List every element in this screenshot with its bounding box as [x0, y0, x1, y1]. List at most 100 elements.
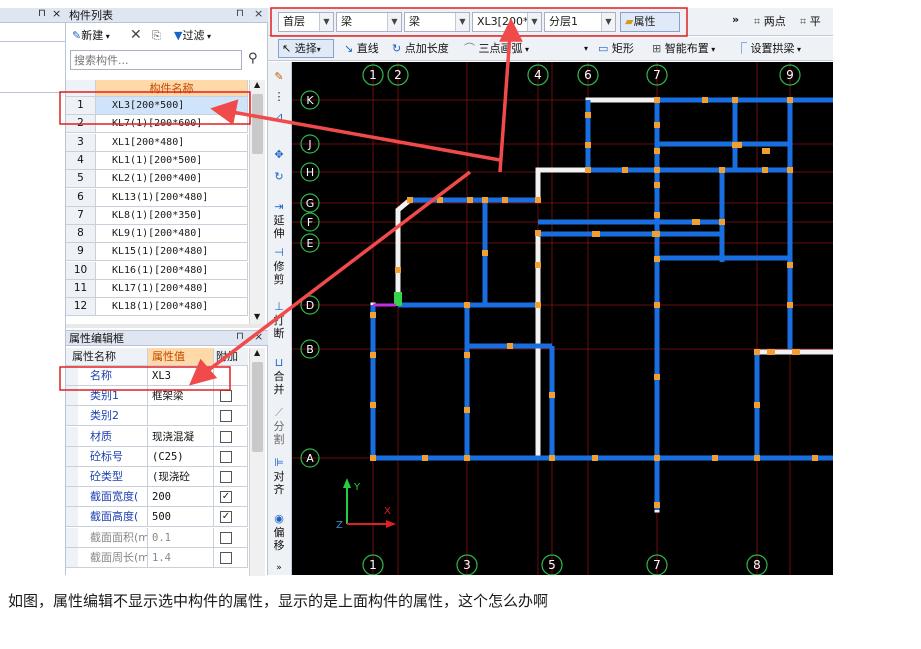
property-row[interactable]: 类别1 框架梁 [66, 386, 248, 407]
list-hscrollbar[interactable] [66, 324, 265, 328]
property-value[interactable]: (现浇砼 [148, 467, 214, 487]
list-scrollbar[interactable]: ▲ ▼ [249, 80, 265, 324]
move-icon[interactable]: ✥ [268, 148, 290, 161]
property-row[interactable]: 名称 XL3 [66, 366, 248, 386]
copy-icon[interactable]: ⎘ [152, 27, 161, 45]
component-select[interactable]: XL3[200* ▼ [472, 12, 542, 32]
property-value[interactable]: 0.1 [148, 527, 214, 548]
pin-icon[interactable]: ⊓ [236, 8, 244, 19]
property-button[interactable]: ▰属性 [620, 12, 680, 32]
search-icon[interactable]: ⚲ [248, 51, 258, 66]
extend-icon[interactable]: ⇥ [268, 200, 290, 213]
checkbox-unchecked[interactable] [220, 531, 232, 544]
pin-icon[interactable]: ⊓ [236, 331, 244, 342]
checkbox-unchecked[interactable] [220, 430, 232, 443]
dropdown-icon[interactable]: ▾ [584, 40, 588, 58]
three-point-arc-button[interactable]: ⌒ 三点画弧 ▾ [464, 40, 529, 59]
floor-select[interactable]: 首层 ▼ [278, 12, 334, 32]
ellipsis-icon[interactable]: ⋮ [268, 90, 290, 103]
select-button[interactable]: ↖ 选择▾ [278, 39, 334, 58]
close-icon[interactable]: × [52, 7, 61, 20]
more-icon[interactable]: » [732, 11, 739, 29]
split-icon[interactable]: ⟋ [268, 406, 290, 419]
merge-tool[interactable]: 合 并 [268, 370, 290, 396]
checkbox-checked[interactable]: ✓ [220, 511, 232, 524]
close-icon[interactable]: × [254, 7, 263, 20]
rect-button[interactable]: ▭ 矩形 [598, 40, 634, 58]
table-row[interactable]: 3 XL1[200*480] [66, 133, 248, 152]
more-icon[interactable]: » [268, 562, 290, 575]
property-row[interactable]: 砼类型 (现浇砼 [66, 467, 248, 487]
scroll-thumb[interactable] [252, 94, 263, 154]
property-row[interactable]: 类别2 [66, 406, 248, 427]
pin-icon[interactable]: ⊓ [38, 8, 46, 19]
set-arch-beam-button[interactable]: ⎾ 设置拱梁 ▾ [736, 40, 801, 59]
table-row[interactable]: 6 KL13(1)[200*480] [66, 188, 248, 207]
checkbox-unchecked[interactable] [220, 450, 232, 463]
break-icon[interactable]: ⊥ [268, 300, 290, 313]
break-tool[interactable]: 打 断 [268, 314, 290, 340]
search-input[interactable] [70, 50, 242, 70]
table-row[interactable]: 5 KL2(1)[200*400] [66, 170, 248, 189]
table-row[interactable]: 8 KL9(1)[200*480] [66, 225, 248, 244]
checkbox-unchecked[interactable] [220, 410, 232, 423]
merge-icon[interactable]: ⊔ [268, 356, 290, 369]
checkbox-unchecked[interactable] [220, 471, 232, 483]
property-row[interactable]: 截面周长(m 1.4 [66, 547, 248, 568]
line-button[interactable]: ↘ 直线 [344, 40, 379, 58]
property-row[interactable]: 砼标号 (C25) [66, 446, 248, 467]
table-row[interactable]: 9 KL15(1)[200*480] [66, 243, 248, 262]
property-row[interactable]: 材质 现浇混凝 [66, 426, 248, 447]
type2-select[interactable]: 梁 ▼ [404, 12, 470, 32]
property-value[interactable]: 现浇混凝 [148, 426, 214, 447]
mirror-icon[interactable]: ⊿ [268, 110, 290, 123]
split-tool[interactable]: 分 割 [268, 420, 290, 446]
scroll-up-icon[interactable]: ▲ [254, 80, 260, 89]
table-row[interactable]: 1 XL3[200*500] [66, 97, 248, 115]
property-value[interactable]: 1.4 [148, 547, 214, 568]
table-row[interactable]: 11 KL17(1)[200*480] [66, 280, 248, 298]
close-icon[interactable]: × [254, 330, 263, 343]
layer-select[interactable]: 分层1 ▼ [544, 12, 616, 32]
table-row[interactable]: 4 KL1(1)[200*500] [66, 151, 248, 170]
scroll-up-icon[interactable]: ▲ [254, 348, 260, 357]
point-length-button[interactable]: ↻ 点加长度 [392, 40, 449, 58]
property-value[interactable]: 框架梁 [148, 386, 214, 407]
filter-button[interactable]: ▼过滤 ▾ [174, 27, 211, 46]
trim-tool[interactable]: 修 剪 [268, 260, 290, 286]
table-row[interactable]: 12 KL18(1)[200*480] [66, 298, 248, 317]
property-value[interactable]: 200 [148, 487, 214, 508]
delete-icon[interactable]: ✕ [130, 26, 142, 44]
align-icon[interactable]: ⊫ [268, 456, 290, 469]
type1-select[interactable]: 梁 ▼ [336, 12, 402, 32]
property-row[interactable]: 截面面积(m 0.1 [66, 527, 248, 548]
scroll-down-icon[interactable]: ▼ [254, 312, 260, 321]
checkbox-unchecked[interactable] [220, 390, 232, 403]
table-row[interactable]: 10 KL16(1)[200*480] [66, 261, 248, 280]
prop-scrollbar[interactable]: ▲ [249, 348, 265, 576]
offset-icon[interactable]: ◉ [268, 512, 290, 525]
checkbox-checked[interactable]: ✓ [220, 491, 232, 504]
column-header-name[interactable]: 构件名称 [96, 80, 248, 97]
property-row[interactable]: 截面高度(500 ✓ [66, 507, 248, 528]
two-point-button[interactable]: ⌗ 两点 [754, 13, 786, 31]
extend-tool[interactable]: 延 伸 [268, 214, 290, 240]
offset-tool[interactable]: 偏 移 [268, 526, 290, 552]
new-button[interactable]: ✎新建 ▾ [72, 27, 110, 46]
rotate-icon[interactable]: ↻ [268, 170, 290, 183]
property-value[interactable]: 500 [148, 507, 214, 528]
property-value[interactable] [148, 406, 214, 427]
trim-icon[interactable]: ⊣ [268, 246, 290, 259]
property-value[interactable]: (C25) [148, 446, 214, 467]
property-value[interactable]: XL3 [148, 366, 214, 386]
property-row[interactable]: 截面宽度(200 ✓ [66, 487, 248, 508]
drawing-canvas-svg[interactable]: 1 2 4 6 7 9 1 3 5 7 8 K J H G F E D B A … [292, 62, 833, 575]
parallel-button[interactable]: ⌗ 平 [800, 13, 821, 31]
brush-icon[interactable]: ✎ [268, 70, 290, 83]
scroll-thumb[interactable] [252, 362, 263, 452]
drawing-canvas[interactable]: 1 2 4 6 7 9 1 3 5 7 8 K J H G F E D B A … [292, 62, 833, 575]
table-row[interactable]: 7 KL8(1)[200*350] [66, 206, 248, 225]
checkbox-unchecked[interactable] [220, 551, 232, 564]
smart-layout-button[interactable]: ⊞ 智能布置 ▾ [652, 40, 715, 59]
table-row[interactable]: 2 KL7(1)[200*600] [66, 115, 248, 134]
